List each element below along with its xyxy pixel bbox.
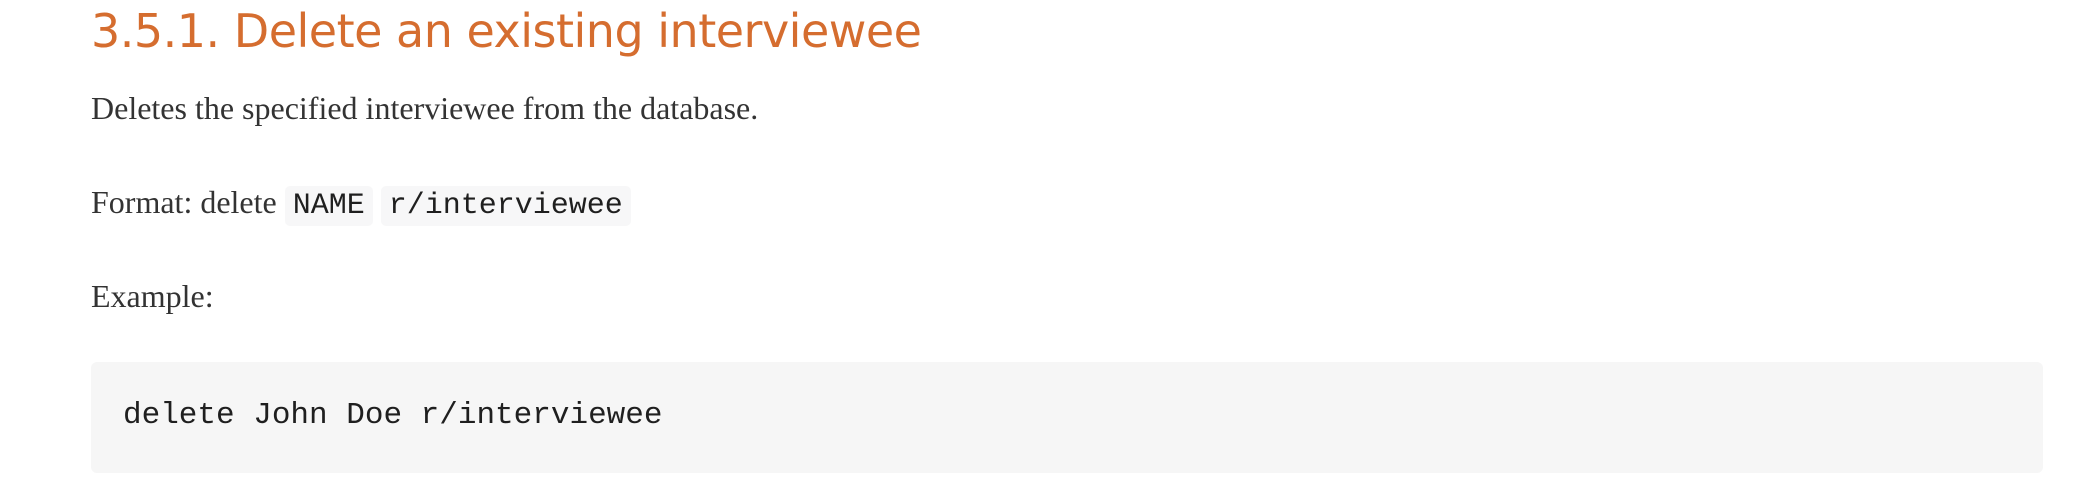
format-code-name: NAME [284, 186, 373, 226]
example-code-block: delete John Doe r/interviewee [91, 362, 2043, 473]
command-format: Format: delete NAME r/interviewee [91, 182, 631, 226]
command-description: Deletes the specified interviewee from t… [91, 90, 759, 126]
format-prefix: Format: delete [91, 184, 285, 220]
section-heading: 3.5.1. Delete an existing interviewee [91, 4, 922, 58]
format-code-role: r/interviewee [380, 186, 631, 226]
example-code: delete John Doe r/interviewee [123, 398, 663, 433]
example-label: Example: [91, 278, 214, 314]
